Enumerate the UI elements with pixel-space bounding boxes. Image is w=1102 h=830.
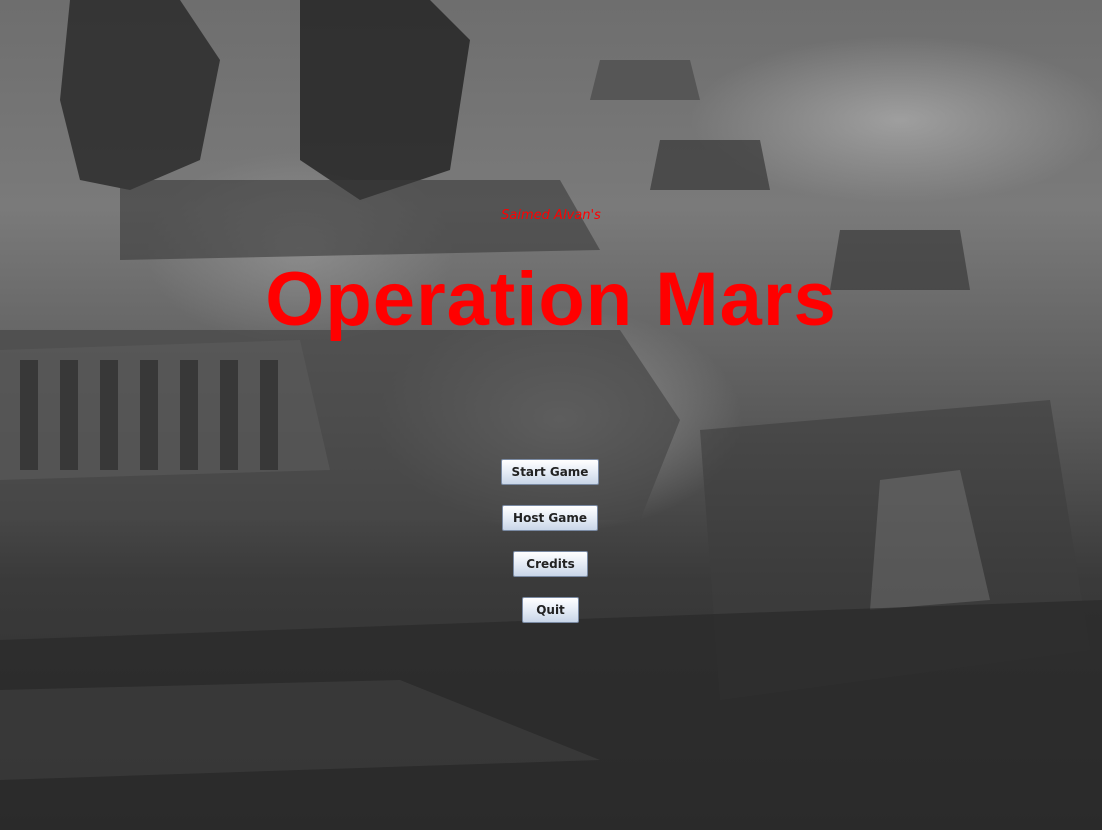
author-subtitle: Saimed Alvan's	[501, 208, 601, 223]
quit-button[interactable]: Quit	[522, 597, 579, 623]
credits-button[interactable]: Credits	[513, 551, 588, 577]
main-menu-screen: Saimed Alvan's Operation Mars Start Game…	[0, 0, 1102, 830]
start-game-button[interactable]: Start Game	[501, 459, 599, 485]
game-title: Operation Mars	[265, 257, 837, 342]
background-war-photo	[0, 0, 1102, 830]
host-game-button[interactable]: Host Game	[502, 505, 598, 531]
